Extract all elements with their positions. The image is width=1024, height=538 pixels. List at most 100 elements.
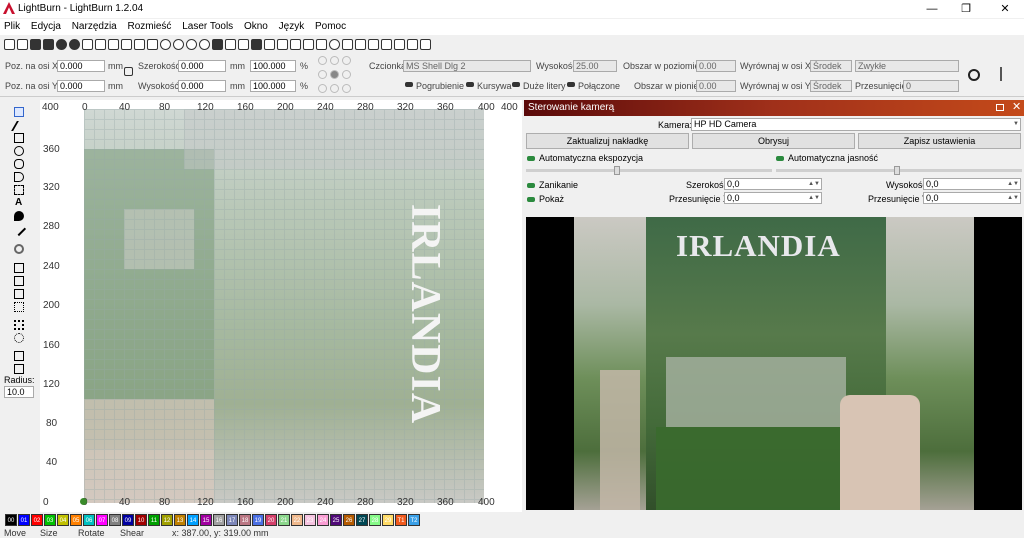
palette-swatch-03[interactable]: 03 (44, 514, 56, 526)
group-icon[interactable] (264, 38, 275, 50)
menu-file[interactable]: Plik (0, 19, 24, 35)
maximize-button[interactable]: ❐ (949, 0, 983, 18)
anchor-bl-icon[interactable] (318, 84, 327, 93)
offset-input[interactable]: 0 (903, 80, 959, 92)
align-left-icon[interactable] (368, 38, 379, 50)
palette-swatch-05[interactable]: 05 (70, 514, 82, 526)
menu-laser-tools[interactable]: Laser Tools (178, 19, 237, 35)
palette-swatch-13[interactable]: 13 (174, 514, 186, 526)
exposure-slider-handle[interactable] (614, 166, 620, 175)
palette-swatch-10[interactable]: 10 (135, 514, 147, 526)
save-icon[interactable] (30, 38, 41, 50)
font-height-input[interactable]: 25.00 (573, 60, 617, 72)
text-tool-icon[interactable] (14, 172, 24, 182)
menu-window[interactable]: Okno (240, 19, 272, 35)
palette-swatch-29[interactable]: 29 (382, 514, 394, 526)
palette-swatch-00[interactable]: 00 (5, 514, 17, 526)
palette-swatch-16[interactable]: 16 (213, 514, 225, 526)
delete-icon[interactable] (134, 38, 145, 50)
float-panel-icon[interactable] (996, 104, 1004, 111)
brightness-slider-handle[interactable] (894, 166, 900, 175)
palette-swatch-T1[interactable]: T1 (395, 514, 407, 526)
line-tool-icon[interactable] (14, 185, 24, 195)
width-input[interactable]: 0.000 (178, 60, 226, 72)
auto-brightness-toggle[interactable]: Automatyczna jasność (776, 153, 878, 163)
grid-array-icon[interactable] (14, 320, 24, 330)
undo-icon[interactable] (56, 38, 67, 50)
auto-exposure-toggle[interactable]: Automatyczna ekspozycja (527, 153, 643, 163)
select-tool-icon[interactable] (14, 107, 24, 117)
palette-swatch-19[interactable]: 19 (252, 514, 264, 526)
anchor-grid[interactable] (318, 56, 352, 94)
copy-icon[interactable] (108, 38, 119, 50)
spinner-icon[interactable]: ▲▼ (1007, 193, 1019, 203)
palette-swatch-09[interactable]: 09 (122, 514, 134, 526)
convert-path-icon[interactable] (14, 364, 24, 374)
height-input[interactable]: 0.000 (178, 80, 226, 92)
palette-swatch-20[interactable]: 20 (265, 514, 277, 526)
boolean-intersect-icon[interactable] (14, 302, 24, 312)
open-file-icon[interactable] (17, 38, 28, 50)
distribute-icon[interactable] (355, 38, 366, 50)
save-settings-button[interactable]: Zapisz ustawienia (858, 133, 1021, 149)
status-move[interactable]: Move (4, 528, 26, 538)
spinner-icon[interactable]: ▲▼ (1007, 179, 1019, 189)
move-to-corner-icon[interactable] (420, 38, 431, 50)
menu-help[interactable]: Pomoc (311, 19, 350, 35)
palette-swatch-18[interactable]: 18 (239, 514, 251, 526)
refresh-icon[interactable] (968, 69, 980, 81)
ellipse-tool-icon[interactable] (14, 146, 24, 156)
palette-swatch-04[interactable]: 04 (57, 514, 69, 526)
palette-swatch-25[interactable]: 25 (330, 514, 342, 526)
monitor-icon[interactable] (225, 38, 236, 50)
zoom-in-icon[interactable] (160, 38, 171, 50)
palette-swatch-06[interactable]: 06 (83, 514, 95, 526)
save-as-icon[interactable] (43, 38, 54, 50)
camera-select[interactable]: HP HD Camera ▼ (691, 118, 1021, 131)
palette-swatch-07[interactable]: 07 (96, 514, 108, 526)
palette-swatch-08[interactable]: 08 (109, 514, 121, 526)
menu-arrange[interactable]: Rozmieść (124, 19, 176, 35)
fade-toggle[interactable]: Zanikanie (527, 180, 578, 190)
bold-toggle-icon[interactable] (405, 82, 413, 87)
palette-swatch-17[interactable]: 17 (226, 514, 238, 526)
status-rotate[interactable]: Rotate (78, 528, 105, 538)
align-x-select[interactable]: Środek (810, 60, 852, 72)
menu-tools[interactable]: Narzędzia (68, 19, 121, 35)
edit-nodes-icon[interactable] (11, 121, 27, 131)
anchor-ml-icon[interactable] (318, 70, 327, 79)
target-icon[interactable] (329, 38, 340, 50)
italic-toggle-icon[interactable] (466, 82, 474, 87)
radius-input[interactable]: 10.0 (4, 386, 34, 398)
align-bar-icon[interactable] (1000, 67, 1002, 81)
palette-swatch-24[interactable]: 24 (317, 514, 329, 526)
vspace-input[interactable]: 0.00 (696, 80, 736, 92)
mirror-v-icon[interactable] (303, 38, 314, 50)
anchor-mr-icon[interactable] (342, 70, 351, 79)
font-select[interactable]: MS Shell Dlg 2 (403, 60, 531, 72)
close-button[interactable]: ✕ (988, 0, 1022, 18)
caps-toggle-icon[interactable] (512, 82, 520, 87)
menu-language[interactable]: Język (275, 19, 309, 35)
cut-icon[interactable] (95, 38, 106, 50)
palette-swatch-12[interactable]: 12 (161, 514, 173, 526)
circular-array-icon[interactable] (14, 333, 24, 343)
position-laser-icon[interactable] (14, 211, 24, 221)
new-file-icon[interactable] (4, 38, 15, 50)
align-icon[interactable] (342, 38, 353, 50)
rectangle-tool-icon[interactable] (14, 133, 24, 143)
palette-swatch-02[interactable]: 02 (31, 514, 43, 526)
update-overlay-button[interactable]: Zaktualizuj nakładkę (526, 133, 689, 149)
measure-tool-icon[interactable] (11, 221, 27, 237)
scale-y-input[interactable]: 100.000 (250, 80, 296, 92)
cam-height-input[interactable]: 0,0 ▲▼ (923, 178, 1021, 190)
polygon-tool-icon[interactable] (14, 159, 24, 169)
ungroup-icon[interactable] (277, 38, 288, 50)
anchor-bc-icon[interactable] (330, 84, 339, 93)
mirror-h-icon[interactable] (290, 38, 301, 50)
welded-toggle-icon[interactable] (567, 82, 575, 87)
spinner-icon[interactable]: ▲▼ (808, 179, 820, 189)
palette-swatch-22[interactable]: 22 (291, 514, 303, 526)
palette-swatch-T2[interactable]: T2 (408, 514, 420, 526)
zoom-frame-icon[interactable] (186, 38, 197, 50)
